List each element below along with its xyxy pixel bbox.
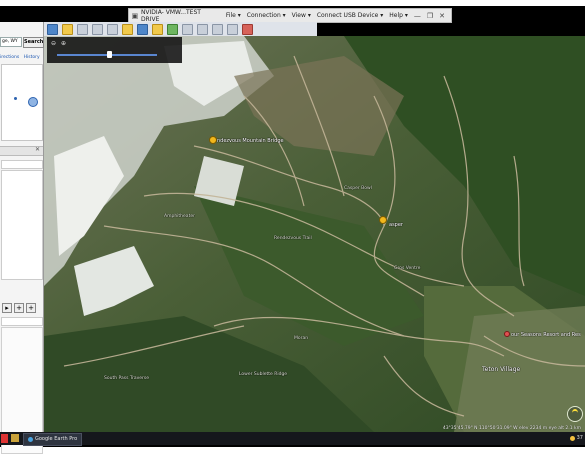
label-resort[interactable]: our Seasons Resort and Res bbox=[511, 332, 581, 338]
label-trail: Moran bbox=[294, 336, 309, 341]
save-image-icon[interactable] bbox=[227, 23, 238, 35]
label-village[interactable]: Teton Village bbox=[482, 366, 520, 373]
bullet-icon bbox=[14, 97, 17, 100]
print-icon[interactable] bbox=[212, 23, 223, 35]
record-tour-icon[interactable] bbox=[122, 23, 133, 35]
pin-icon[interactable]: ▣ bbox=[129, 12, 141, 20]
start-icon[interactable] bbox=[1, 434, 8, 443]
places-tree[interactable] bbox=[1, 170, 43, 280]
sidebar: Search irections History ✕ ▸ + + bbox=[0, 22, 45, 454]
label-trail: Lower Sublette Ridge bbox=[239, 372, 288, 377]
north-arrow-icon bbox=[572, 409, 578, 417]
close-icon[interactable]: ✕ bbox=[439, 12, 445, 20]
restore-icon[interactable]: ❐ bbox=[427, 12, 433, 20]
path-icon[interactable] bbox=[92, 23, 103, 35]
taskbar: Google Earth Pro 37 bbox=[0, 432, 585, 446]
menu-connect-usb[interactable]: Connect USB Device ▾ bbox=[317, 12, 383, 19]
minimize-icon[interactable]: — bbox=[414, 12, 421, 20]
historical-imagery-icon[interactable] bbox=[137, 23, 148, 35]
menu-help[interactable]: Help ▾ bbox=[389, 12, 408, 19]
label-trail: Rendezvous Trail bbox=[274, 236, 312, 241]
zoom-in-icon[interactable]: ⊕ bbox=[61, 40, 66, 47]
placemark-icon[interactable] bbox=[209, 136, 217, 144]
tray-text: 37 bbox=[576, 435, 583, 441]
sunlight-icon[interactable] bbox=[152, 23, 163, 35]
directions-link[interactable]: irections bbox=[0, 55, 19, 60]
system-tray: 37 bbox=[569, 435, 583, 441]
time-slider-handle[interactable] bbox=[107, 51, 112, 58]
label-trail: South Pass Traverse bbox=[104, 376, 149, 381]
zoom-out-icon[interactable]: ⊖ bbox=[51, 40, 56, 47]
polygon-icon[interactable] bbox=[77, 23, 88, 35]
history-link[interactable]: History bbox=[24, 55, 40, 60]
search-input[interactable] bbox=[0, 37, 22, 47]
label-trail: Casper Bowl bbox=[344, 186, 372, 191]
planets-icon[interactable] bbox=[167, 23, 178, 35]
search-results bbox=[1, 64, 43, 141]
maps-icon[interactable] bbox=[242, 23, 253, 35]
menu-connection[interactable]: Connection ▾ bbox=[247, 12, 286, 19]
layers-header[interactable] bbox=[1, 317, 43, 326]
vmware-menu-bar: ▣ NVIDIA- VMW...TEST DRIVE File ▾ Connec… bbox=[128, 8, 452, 23]
search-row: Search bbox=[0, 36, 44, 48]
vm-title: NVIDIA- VMW...TEST DRIVE bbox=[140, 8, 201, 23]
google-earth-icon bbox=[28, 437, 33, 442]
places-nav: ▸ + + bbox=[0, 303, 45, 313]
search-places-icon[interactable]: ▸ bbox=[2, 303, 12, 313]
add-folder-icon[interactable]: + bbox=[26, 303, 36, 313]
ruler-icon[interactable] bbox=[182, 23, 193, 35]
file-manager-icon[interactable] bbox=[11, 434, 19, 442]
menu-file[interactable]: File ▾ bbox=[226, 12, 241, 19]
search-links: irections History bbox=[0, 55, 43, 60]
menu-view[interactable]: View ▾ bbox=[292, 12, 311, 19]
compass-icon[interactable] bbox=[567, 406, 583, 422]
close-icon[interactable]: ✕ bbox=[35, 146, 40, 153]
placemark-icon[interactable] bbox=[504, 331, 510, 337]
historical-imagery-slider[interactable]: ⊖ ⊕ bbox=[47, 37, 182, 63]
label-casper[interactable]: asper bbox=[389, 222, 403, 228]
placemark-icon[interactable] bbox=[379, 216, 387, 224]
label-trail: Amphitheater bbox=[164, 214, 195, 219]
places-header[interactable]: ✕ bbox=[0, 146, 43, 156]
sidebar-toggle-icon[interactable] bbox=[47, 23, 58, 35]
taskbar-google-earth[interactable]: Google Earth Pro bbox=[23, 433, 83, 446]
status-bar: 43°35'45.79" N 110°50'31.09" W elev 2234… bbox=[442, 426, 581, 431]
email-icon[interactable] bbox=[197, 23, 208, 35]
add-icon[interactable]: + bbox=[14, 303, 24, 313]
places-bar bbox=[1, 160, 43, 169]
globe-icon[interactable] bbox=[28, 97, 38, 107]
satellite-map[interactable]: ⊖ ⊕ ndezvous Mountain Bridge asper our S… bbox=[44, 36, 585, 432]
image-overlay-icon[interactable] bbox=[107, 23, 118, 35]
weather-icon[interactable] bbox=[569, 435, 575, 441]
earth-toolbar bbox=[44, 22, 317, 37]
label-mountain[interactable]: ndezvous Mountain Bridge bbox=[217, 138, 284, 144]
label-trail: Gros Ventre bbox=[394, 266, 421, 271]
search-button[interactable]: Search bbox=[23, 36, 44, 48]
placemark-icon[interactable] bbox=[62, 23, 73, 35]
taskbar-app-label: Google Earth Pro bbox=[35, 436, 78, 442]
